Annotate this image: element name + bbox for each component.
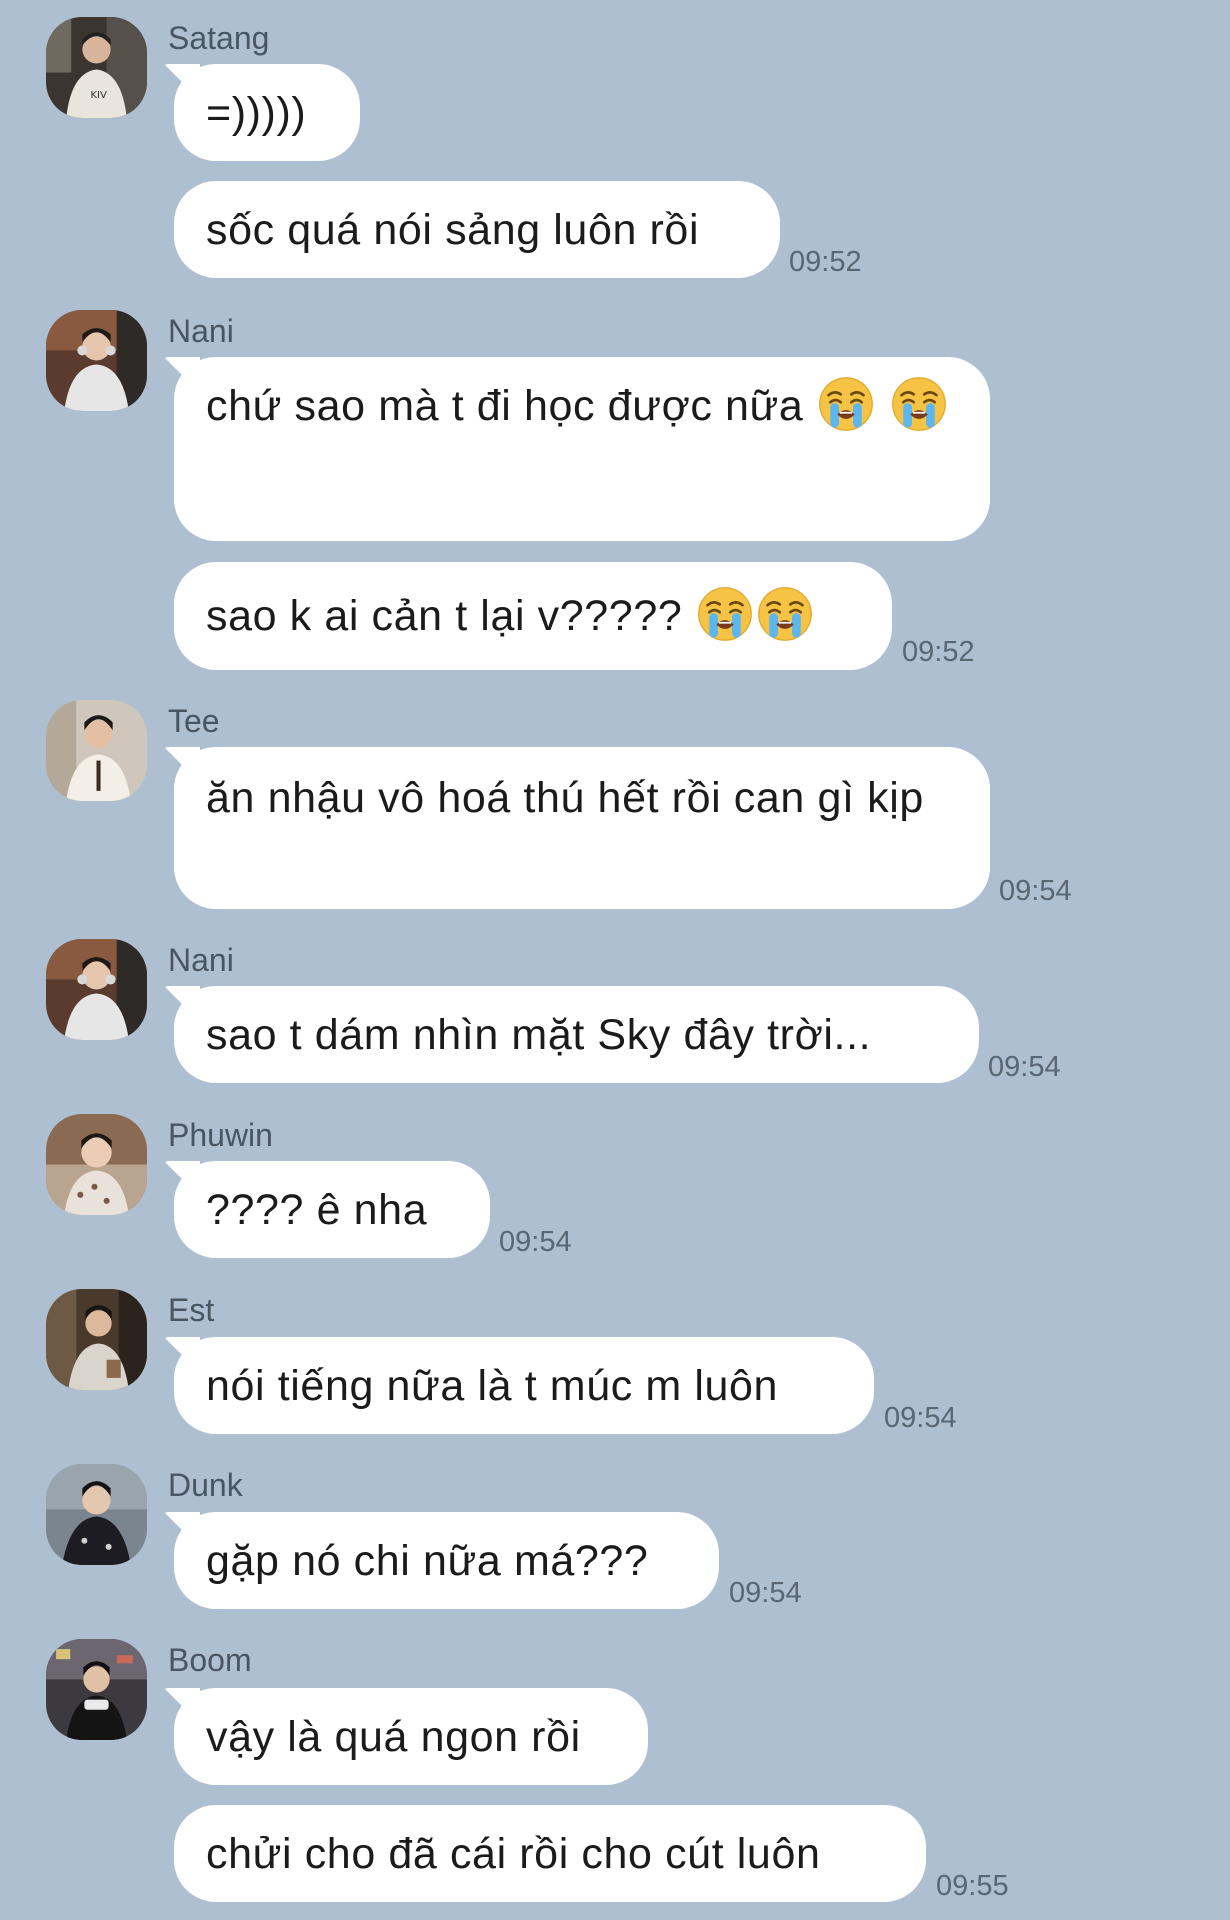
message-timestamp: 09:54 — [884, 1402, 957, 1434]
loudly-crying-face-icon — [757, 586, 813, 642]
message-text: sao k ai cản t lại v????? — [206, 592, 683, 640]
message-text: sốc quá nói sảng luôn rồi — [206, 206, 700, 254]
sender-name: Nani — [168, 942, 234, 978]
message-timestamp: 09:54 — [729, 1577, 802, 1609]
message-bubble[interactable]: =))))) — [174, 64, 360, 161]
sender-name: Nani — [168, 313, 234, 349]
message-timestamp: 09:54 — [999, 875, 1072, 907]
message-bubble[interactable]: vậy là quá ngon rồi — [174, 1688, 648, 1785]
message-text: ăn nhậu vô hoá thú hết rồi can gì kịp — [206, 774, 924, 822]
svg-text:KIV: KIV — [90, 90, 107, 101]
sender-name: Satang — [168, 20, 270, 56]
message-text: ???? ê nha — [206, 1186, 428, 1234]
message-text: =))))) — [206, 89, 307, 137]
message-text: chứ sao mà t đi học được nữa — [206, 382, 804, 430]
message-text: nói tiếng nữa là t múc m luôn — [206, 1362, 779, 1410]
message-bubble[interactable]: gặp nó chi nữa má??? — [174, 1512, 719, 1609]
loudly-crying-face-icon — [697, 586, 753, 642]
message-bubble[interactable]: sốc quá nói sảng luôn rồi — [174, 181, 780, 278]
chat-transcript: KIV Satang =))))) sốc quá nói sảng luôn … — [0, 0, 1230, 1920]
avatar-boom[interactable] — [46, 1639, 147, 1740]
message-bubble[interactable]: nói tiếng nữa là t múc m luôn — [174, 1337, 874, 1434]
message-bubble[interactable]: sao k ai cản t lại v????? — [174, 562, 892, 670]
avatar-nani[interactable] — [46, 939, 147, 1040]
message-timestamp: 09:55 — [936, 1870, 1009, 1902]
message-bubble[interactable]: ???? ê nha — [174, 1161, 490, 1258]
message-timestamp: 09:52 — [789, 246, 862, 278]
message-bubble[interactable]: ăn nhậu vô hoá thú hết rồi can gì kịp — [174, 747, 990, 909]
sender-name: Boom — [168, 1642, 252, 1678]
message-text: gặp nó chi nữa má??? — [206, 1537, 649, 1585]
avatar-phuwin[interactable] — [46, 1114, 147, 1215]
sender-name: Est — [168, 1292, 215, 1328]
loudly-crying-face-icon — [818, 376, 874, 432]
message-timestamp: 09:54 — [988, 1051, 1061, 1083]
loudly-crying-face-icon — [891, 376, 947, 432]
avatar-satang[interactable]: KIV — [46, 17, 147, 118]
message-bubble[interactable]: chửi cho đã cái rồi cho cút luôn — [174, 1805, 926, 1902]
message-text: chửi cho đã cái rồi cho cút luôn — [206, 1830, 821, 1878]
avatar-dunk[interactable] — [46, 1464, 147, 1565]
sender-name: Phuwin — [168, 1117, 273, 1153]
message-bubble[interactable]: chứ sao mà t đi học được nữa — [174, 357, 990, 541]
message-timestamp: 09:54 — [499, 1226, 572, 1258]
message-text: vậy là quá ngon rồi — [206, 1713, 581, 1761]
avatar-est[interactable] — [46, 1289, 147, 1390]
avatar-tee[interactable] — [46, 700, 147, 801]
message-bubble[interactable]: sao t dám nhìn mặt Sky đây trời... — [174, 986, 979, 1083]
avatar-nani[interactable] — [46, 310, 147, 411]
sender-name: Dunk — [168, 1467, 243, 1503]
message-timestamp: 09:52 — [902, 636, 975, 668]
message-text: sao t dám nhìn mặt Sky đây trời... — [206, 1011, 872, 1059]
sender-name: Tee — [168, 703, 220, 739]
